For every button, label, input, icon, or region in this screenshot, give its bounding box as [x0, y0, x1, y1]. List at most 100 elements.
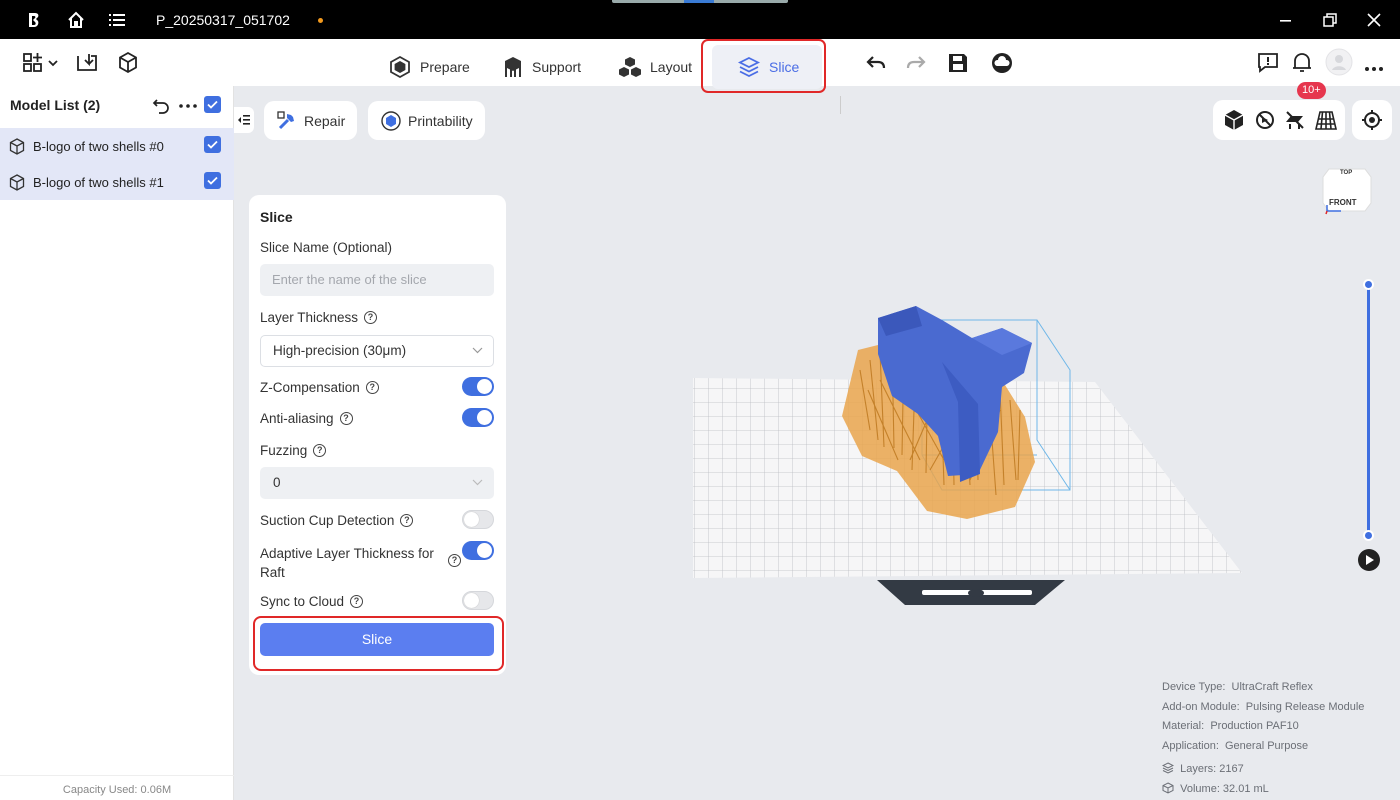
slice-name-label: Slice Name (Optional) — [260, 240, 392, 255]
adaptive-layer-label-line1: Adaptive Layer Thickness for — [260, 546, 434, 561]
more-options-icon[interactable] — [178, 96, 198, 116]
solid-view-icon[interactable] — [1222, 108, 1246, 132]
suction-cup-label: Suction Cup Detection? — [260, 513, 414, 528]
layer-thickness-label-text: Layer Thickness — [260, 310, 359, 325]
adaptive-layer-label-line2: Raft — [260, 565, 285, 580]
anti-aliasing-label: Anti-aliasing? — [260, 411, 353, 426]
material-label: Material: — [1162, 720, 1205, 732]
help-icon[interactable]: ? — [448, 554, 461, 567]
model-name: B-logo of two shells #1 — [33, 174, 164, 190]
undo-icon[interactable] — [864, 48, 888, 78]
undo-arrow-icon[interactable] — [151, 96, 171, 116]
help-icon[interactable]: ? — [365, 381, 379, 394]
help-icon[interactable]: ? — [364, 311, 378, 324]
more-menu-icon[interactable] — [1362, 48, 1386, 78]
printability-button[interactable]: Printability — [368, 101, 485, 140]
notification-bell-icon[interactable] — [1290, 48, 1314, 78]
help-icon[interactable]: ? — [400, 514, 414, 527]
select-all-checkbox[interactable] — [204, 96, 221, 113]
main-toolbar: Prepare Support Layout Slice 10+ — [0, 39, 1400, 114]
layers-icon — [1161, 762, 1175, 774]
collapse-sidebar-button[interactable] — [234, 107, 254, 133]
material-value: Production PAF10 — [1210, 720, 1299, 732]
window-drag-indicator[interactable] — [612, 0, 788, 3]
volume-row: Volume: 32.01 mL — [1162, 780, 1364, 800]
locate-icon — [1362, 110, 1382, 130]
prepare-icon — [390, 55, 410, 79]
app-logo-icon[interactable] — [24, 10, 44, 30]
model-cube-icon — [9, 173, 25, 191]
build-plate-viewport[interactable] — [680, 290, 1260, 620]
repair-icon — [277, 110, 294, 129]
sync-cloud-label: Sync to Cloud? — [260, 594, 364, 609]
repair-button[interactable]: Repair — [264, 101, 358, 140]
view-cube-front-label: FRONT — [1329, 198, 1357, 207]
minimize-icon[interactable] — [1276, 10, 1296, 30]
import-icon[interactable] — [75, 48, 99, 78]
model-cube-icon[interactable] — [116, 48, 140, 78]
support-icon — [505, 57, 521, 77]
device-type-value: UltraCraft Reflex — [1231, 681, 1313, 693]
help-icon[interactable]: ? — [339, 412, 353, 425]
view-cube[interactable]: TOP FRONT — [1321, 165, 1373, 215]
help-icon[interactable]: ? — [313, 444, 327, 457]
feedback-icon[interactable] — [1256, 48, 1280, 78]
sync-cloud-label-text: Sync to Cloud — [260, 594, 345, 609]
z-compensation-toggle[interactable] — [462, 377, 494, 396]
model-list-item[interactable]: B-logo of two shells #1 — [0, 164, 234, 200]
layer-slider-bottom-handle[interactable] — [1363, 530, 1374, 541]
application-label: Application: — [1162, 739, 1219, 752]
add-model-dropdown-icon[interactable] — [22, 48, 60, 78]
tab-slice[interactable]: Slice — [712, 45, 822, 89]
model-list-title: Model List (2) — [10, 97, 101, 113]
user-avatar[interactable] — [1324, 47, 1354, 77]
suction-cup-label-text: Suction Cup Detection — [260, 513, 395, 528]
help-icon[interactable]: ? — [350, 595, 364, 608]
save-icon[interactable] — [946, 48, 970, 78]
model-checkbox[interactable] — [204, 136, 221, 153]
device-type-label: Device Type: — [1162, 681, 1226, 693]
model-list-item[interactable]: B-logo of two shells #0 — [0, 128, 234, 164]
tab-label: Prepare — [420, 59, 470, 75]
layer-thickness-select[interactable]: High-precision (30μm) — [260, 335, 494, 367]
sync-cloud-toggle[interactable] — [462, 591, 494, 610]
printability-icon — [381, 110, 401, 131]
view-cube-top-label: TOP — [1340, 170, 1353, 176]
play-layers-button[interactable] — [1358, 549, 1380, 571]
menu-list-icon[interactable] — [107, 10, 127, 30]
material-row: Material: Production PAF10 — [1162, 717, 1364, 737]
tab-layout[interactable]: Layout — [618, 45, 692, 89]
slice-button[interactable]: Slice — [260, 623, 494, 656]
adaptive-layer-toggle[interactable] — [462, 541, 494, 560]
slice-name-input[interactable]: Enter the name of the slice — [260, 264, 494, 296]
layer-slider-track[interactable] — [1367, 284, 1370, 536]
volume-value: Volume: 32.01 mL — [1180, 782, 1269, 795]
anti-aliasing-toggle[interactable] — [462, 408, 494, 427]
locate-button[interactable] — [1352, 100, 1392, 140]
layout-icon — [619, 57, 641, 77]
fuzzing-label: Fuzzing? — [260, 443, 327, 458]
layer-slider-top-handle[interactable] — [1363, 279, 1374, 290]
tab-support[interactable]: Support — [502, 45, 581, 89]
suction-cup-toggle[interactable] — [462, 510, 494, 529]
restore-icon[interactable] — [1320, 10, 1340, 30]
tab-label: Support — [532, 59, 582, 75]
close-icon[interactable] — [1364, 10, 1384, 30]
chevron-down-icon — [472, 347, 483, 354]
fuzzing-select[interactable]: 0 — [260, 467, 494, 499]
tab-prepare[interactable]: Prepare — [388, 45, 470, 89]
redo-icon[interactable] — [904, 48, 928, 78]
home-icon[interactable] — [66, 10, 86, 30]
layers-value: Layers: 2167 — [1180, 763, 1244, 775]
cloud-upload-icon[interactable] — [990, 48, 1014, 78]
hide-support-icon[interactable] — [1253, 108, 1277, 132]
hide-platform-icon[interactable] — [1283, 108, 1307, 132]
grid-view-icon[interactable] — [1314, 108, 1338, 132]
print-info: Device Type: UltraCraft Reflex Add-on Mo… — [1161, 678, 1364, 800]
z-compensation-label: Z-Compensation? — [260, 380, 379, 395]
layer-thickness-label: Layer Thickness? — [260, 310, 378, 325]
model-cube-icon — [9, 137, 25, 155]
toolbar-divider — [840, 96, 841, 114]
addon-row: Add-on Module: Pulsing Release Module — [1162, 698, 1364, 718]
model-checkbox[interactable] — [204, 172, 221, 189]
